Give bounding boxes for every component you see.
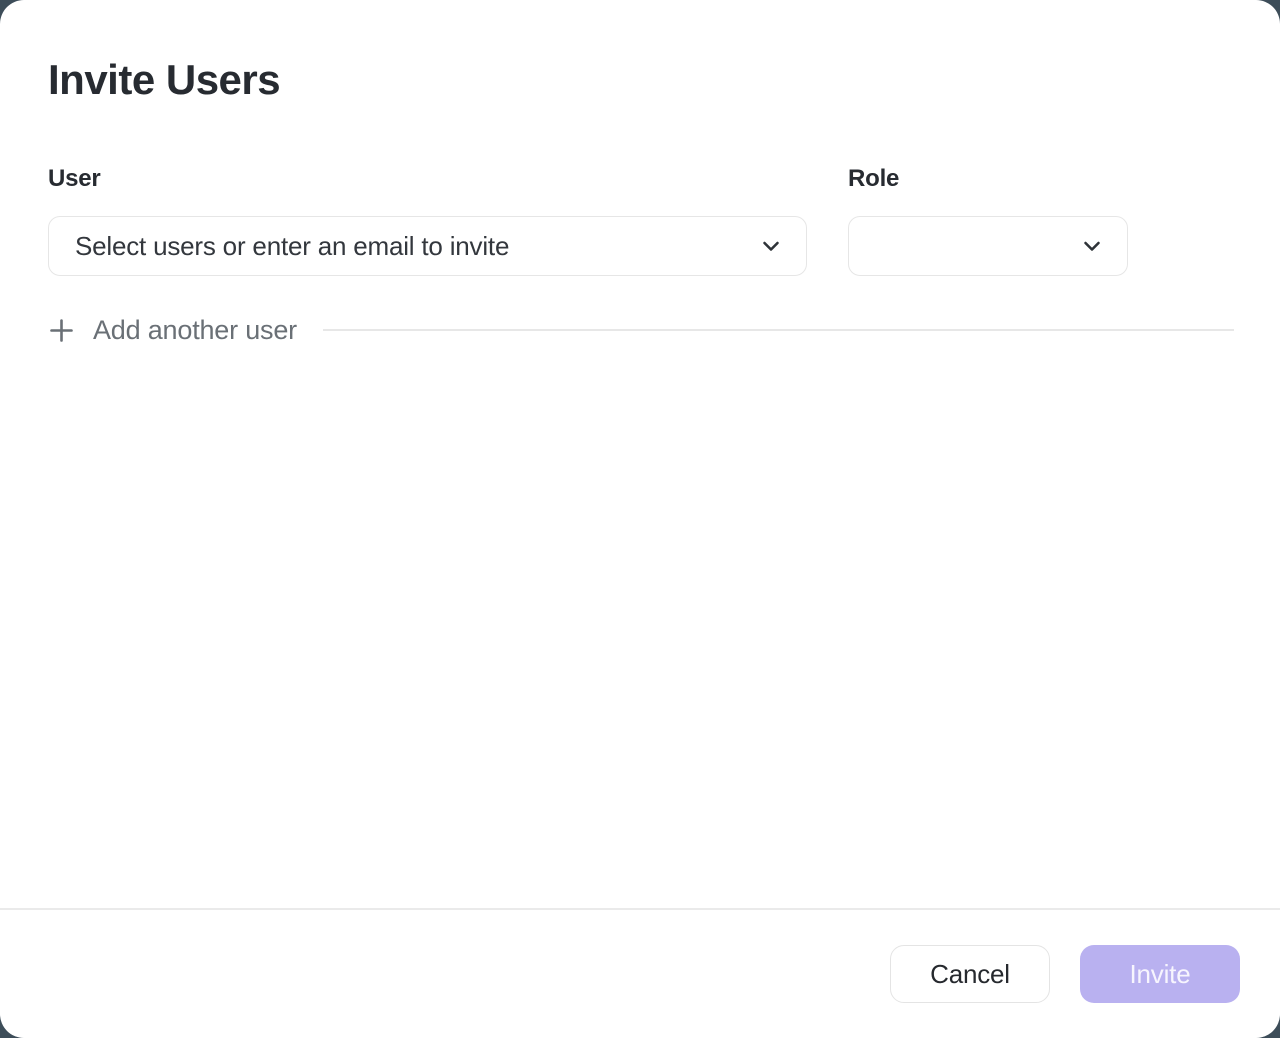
invite-users-modal: Invite Users User Select users or enter … [0, 0, 1280, 1038]
chevron-down-icon [1081, 235, 1103, 257]
user-label: User [48, 165, 807, 193]
modal-body: Invite Users User Select users or enter … [0, 0, 1280, 908]
divider [323, 329, 1234, 331]
plus-icon [48, 317, 75, 344]
role-field-group: Role [848, 165, 1128, 276]
cancel-button[interactable]: Cancel [890, 945, 1050, 1003]
user-select[interactable]: Select users or enter an email to invite [48, 216, 807, 276]
role-select[interactable] [848, 216, 1128, 276]
add-another-row: Add another user [48, 302, 1234, 358]
modal-footer: Cancel Invite [0, 908, 1280, 1038]
invite-form-row: User Select users or enter an email to i… [48, 165, 1234, 276]
chevron-down-icon [760, 235, 782, 257]
page-title: Invite Users [48, 57, 1234, 103]
add-another-user-button[interactable]: Add another user [48, 315, 297, 346]
invite-button[interactable]: Invite [1080, 945, 1240, 1003]
user-select-placeholder: Select users or enter an email to invite [75, 231, 760, 262]
add-another-user-label: Add another user [93, 315, 297, 346]
role-label: Role [848, 165, 1128, 193]
user-field-group: User Select users or enter an email to i… [48, 165, 807, 276]
empty-content-area [48, 358, 1234, 908]
